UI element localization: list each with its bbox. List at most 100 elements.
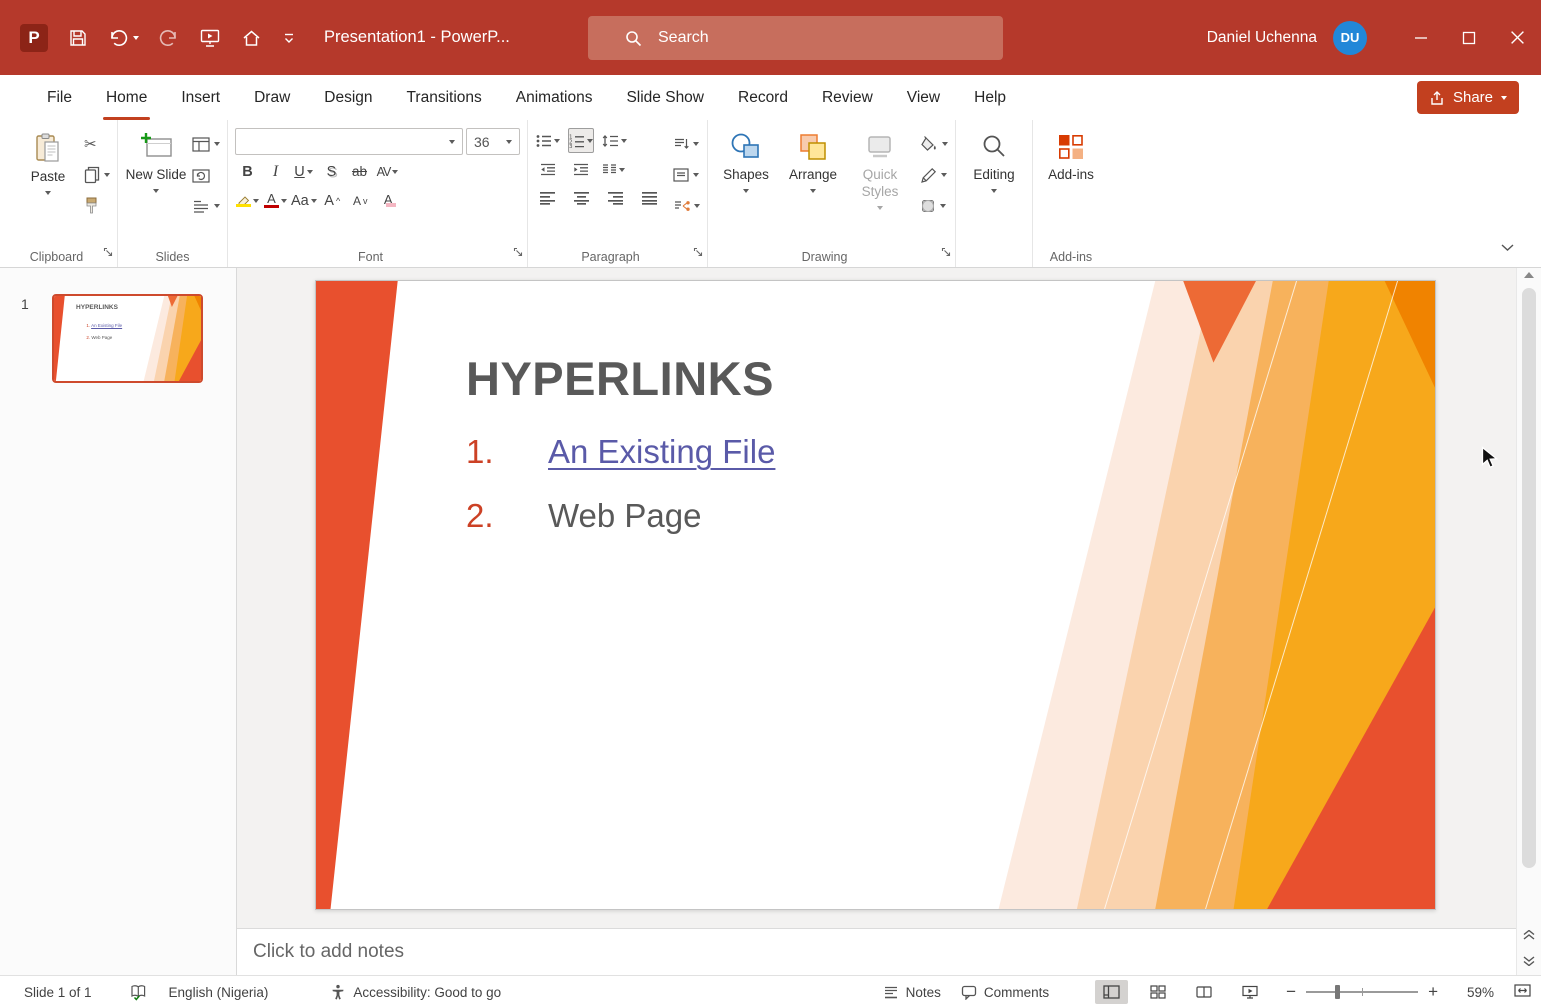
minimize-button[interactable] bbox=[1397, 0, 1445, 75]
paste-button[interactable]: Paste bbox=[17, 125, 79, 245]
bullets-chevron[interactable] bbox=[553, 138, 560, 143]
clear-formatting-button[interactable]: A bbox=[376, 188, 401, 213]
font-name-chevron[interactable] bbox=[449, 139, 455, 144]
slideshow-view-button[interactable] bbox=[1234, 980, 1266, 1004]
normal-view-button[interactable] bbox=[1095, 980, 1129, 1004]
slide-body-list[interactable]: 1. An Existing File 2. Web Page bbox=[466, 433, 775, 561]
powerpoint-logo-icon[interactable]: P bbox=[20, 23, 48, 52]
editing-chevron[interactable] bbox=[991, 188, 997, 193]
previous-slide-button[interactable] bbox=[1523, 927, 1535, 945]
underline-button[interactable]: U bbox=[291, 159, 316, 184]
layout-chevron[interactable] bbox=[214, 142, 220, 146]
share-button[interactable]: Share bbox=[1416, 81, 1519, 114]
font-size-combobox[interactable]: 36 bbox=[466, 128, 520, 155]
shape-fill-button[interactable] bbox=[920, 132, 948, 156]
comments-button[interactable]: Comments bbox=[961, 985, 1049, 1000]
align-right-button[interactable] bbox=[603, 186, 628, 211]
italic-button[interactable]: I bbox=[263, 159, 288, 184]
shape-effects-button[interactable] bbox=[920, 194, 948, 218]
redo-button[interactable] bbox=[159, 28, 179, 48]
font-color-button[interactable]: A bbox=[263, 188, 288, 213]
copy-chevron[interactable] bbox=[104, 173, 110, 177]
char-spacing-chevron[interactable] bbox=[392, 169, 399, 174]
list-item-web-page[interactable]: 2. Web Page bbox=[466, 497, 775, 535]
strikethrough-button[interactable]: ab bbox=[347, 159, 372, 184]
notes-toggle-button[interactable]: Notes bbox=[883, 985, 941, 1000]
tab-insert[interactable]: Insert bbox=[164, 75, 237, 120]
change-case-chevron[interactable] bbox=[310, 198, 317, 203]
arrange-chevron[interactable] bbox=[810, 188, 816, 193]
font-dialog-launcher[interactable] bbox=[513, 244, 523, 262]
tab-transitions[interactable]: Transitions bbox=[390, 75, 499, 120]
search-input[interactable]: Search bbox=[588, 16, 1003, 60]
highlight-chevron[interactable] bbox=[253, 198, 259, 203]
slide-indicator[interactable]: Slide 1 of 1 bbox=[24, 985, 92, 1000]
hyperlink-existing-file[interactable]: An Existing File bbox=[548, 433, 775, 471]
font-name-combobox[interactable] bbox=[235, 128, 463, 155]
reading-view-button[interactable] bbox=[1188, 980, 1220, 1004]
columns-button[interactable] bbox=[601, 157, 626, 182]
align-left-button[interactable] bbox=[535, 186, 560, 211]
decrease-indent-button[interactable] bbox=[535, 157, 560, 182]
reset-slide-button[interactable] bbox=[192, 163, 220, 187]
close-button[interactable] bbox=[1493, 0, 1541, 75]
tab-animations[interactable]: Animations bbox=[499, 75, 610, 120]
tab-view[interactable]: View bbox=[890, 75, 957, 120]
scrollbar-thumb[interactable] bbox=[1522, 288, 1536, 868]
spell-check-button[interactable] bbox=[130, 984, 147, 1001]
tab-design[interactable]: Design bbox=[307, 75, 389, 120]
tab-slide-show[interactable]: Slide Show bbox=[609, 75, 721, 120]
avatar[interactable]: DU bbox=[1333, 20, 1367, 55]
undo-dropdown-chevron[interactable] bbox=[133, 35, 139, 40]
shape-effects-chevron[interactable] bbox=[940, 204, 946, 208]
numbering-button[interactable]: 123 bbox=[568, 128, 594, 153]
justify-button[interactable] bbox=[637, 186, 662, 211]
copy-button[interactable] bbox=[84, 163, 110, 187]
accessibility-checker[interactable]: Accessibility: Good to go bbox=[330, 984, 501, 1000]
clipboard-dialog-launcher[interactable] bbox=[103, 244, 113, 262]
scroll-up-arrow[interactable] bbox=[1524, 272, 1534, 278]
align-center-button[interactable] bbox=[569, 186, 594, 211]
arrange-button[interactable]: Arrange bbox=[782, 125, 844, 245]
shape-fill-chevron[interactable] bbox=[942, 142, 948, 146]
collapse-ribbon-button[interactable] bbox=[1500, 239, 1515, 257]
numbering-chevron[interactable] bbox=[587, 138, 593, 143]
align-text-chevron[interactable] bbox=[693, 173, 699, 177]
align-text-button[interactable] bbox=[673, 163, 700, 187]
line-spacing-button[interactable] bbox=[602, 128, 627, 153]
maximize-button[interactable] bbox=[1445, 0, 1493, 75]
next-slide-button[interactable] bbox=[1523, 953, 1535, 971]
change-case-button[interactable]: Aa bbox=[291, 188, 317, 213]
slide-sorter-view-button[interactable] bbox=[1142, 980, 1174, 1004]
zoom-slider[interactable] bbox=[1306, 984, 1419, 1000]
tab-review[interactable]: Review bbox=[805, 75, 890, 120]
format-painter-button[interactable] bbox=[84, 194, 110, 218]
underline-chevron[interactable] bbox=[306, 169, 313, 174]
zoom-out-button[interactable]: − bbox=[1286, 982, 1296, 1002]
shrink-font-button[interactable]: Av bbox=[348, 188, 373, 213]
shapes-button[interactable]: Shapes bbox=[715, 125, 777, 245]
quick-styles-button[interactable]: Quick Styles bbox=[849, 125, 911, 245]
zoom-level[interactable]: 59% bbox=[1458, 985, 1494, 1000]
shape-outline-button[interactable] bbox=[920, 163, 948, 187]
qat-customize-button[interactable] bbox=[282, 31, 296, 45]
grow-font-button[interactable]: A ^ bbox=[320, 188, 345, 213]
shapes-chevron[interactable] bbox=[743, 188, 749, 193]
slide[interactable]: HYPERLINKS 1. An Existing File 2. Web Pa… bbox=[315, 280, 1436, 910]
new-slide-chevron[interactable] bbox=[153, 188, 159, 193]
quick-styles-chevron[interactable] bbox=[877, 205, 883, 210]
bold-button[interactable]: B bbox=[235, 159, 260, 184]
font-size-chevron[interactable] bbox=[506, 139, 512, 144]
list-item-existing-file[interactable]: 1. An Existing File bbox=[466, 433, 775, 471]
new-slide-button[interactable]: New Slide bbox=[125, 125, 187, 245]
text-highlight-button[interactable] bbox=[235, 188, 260, 213]
slide-title-text[interactable]: HYPERLINKS bbox=[466, 351, 774, 406]
section-button[interactable] bbox=[192, 194, 220, 218]
home-button[interactable] bbox=[241, 28, 262, 48]
tab-home[interactable]: Home bbox=[89, 75, 164, 120]
zoom-in-button[interactable]: + bbox=[1428, 982, 1438, 1002]
line-spacing-chevron[interactable] bbox=[621, 138, 627, 143]
paragraph-dialog-launcher[interactable] bbox=[693, 244, 703, 262]
tab-help[interactable]: Help bbox=[957, 75, 1023, 120]
drawing-dialog-launcher[interactable] bbox=[941, 244, 951, 262]
